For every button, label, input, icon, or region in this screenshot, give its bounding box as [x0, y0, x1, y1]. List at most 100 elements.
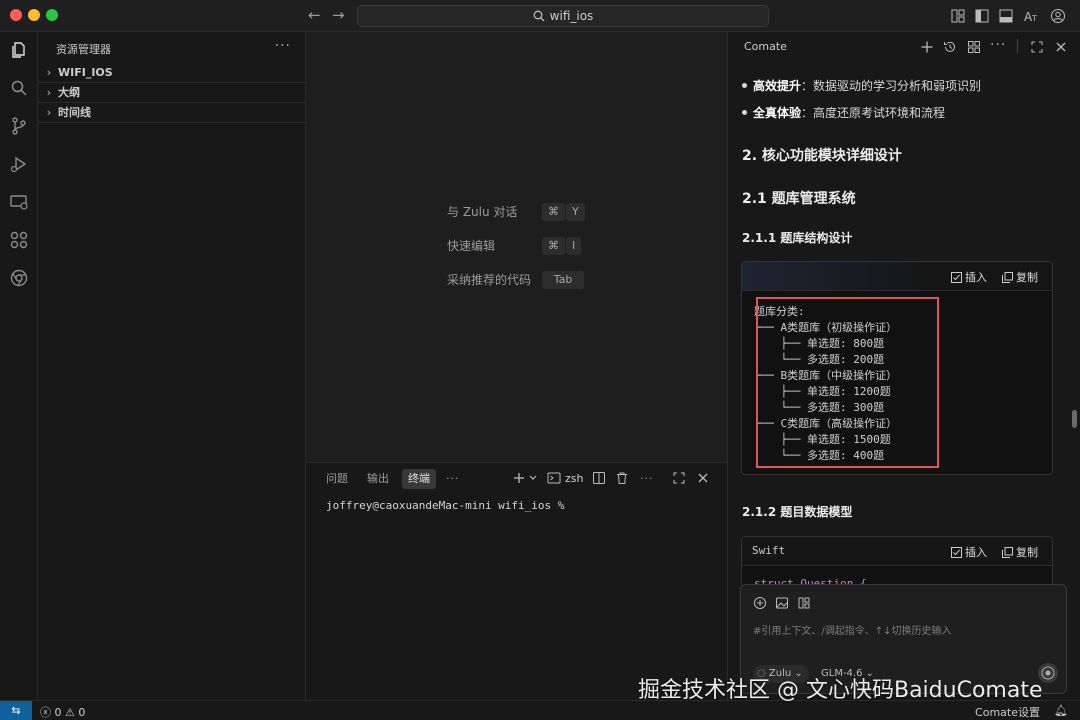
insert-label: 插入 [965, 546, 987, 559]
search-icon[interactable] [9, 78, 29, 98]
bullet-bold: 高效提升 [753, 79, 802, 93]
remote-explorer-icon[interactable] [9, 192, 29, 212]
copy-icon [1002, 547, 1013, 558]
chevron-right-icon: › [46, 66, 52, 79]
extensions-icon[interactable] [9, 230, 29, 250]
checkbox-insert-icon [951, 272, 962, 283]
warning-count: 0 [78, 706, 86, 719]
toggle-panel-icon[interactable] [998, 8, 1014, 24]
fullscreen-icon[interactable] [1030, 40, 1044, 54]
comate-chat-panel: Comate ··· 高效提升：数据驱动的学习分析和弱项识别 全真体验：高度还原… [727, 32, 1080, 700]
source-control-icon[interactable] [9, 116, 29, 136]
chat-title: Comate [744, 40, 787, 53]
new-chat-plus-icon[interactable] [920, 40, 934, 54]
section-outline[interactable]: › 大纲 [38, 83, 306, 103]
new-terminal-plus-icon[interactable] [512, 471, 526, 485]
heading-question-bank: 2.1 题库管理系统 [742, 191, 856, 207]
code-block-swift: Swift 插入 复制 struct Question { [741, 536, 1053, 586]
terminal-shell-label[interactable]: zsh [559, 469, 589, 489]
close-icon[interactable] [1054, 40, 1068, 54]
remote-indicator-button[interactable]: ⇆ [0, 701, 32, 720]
window-minimize-button[interactable] [28, 9, 40, 21]
heading-core-modules: 2. 核心功能模块详细设计 [742, 148, 902, 164]
image-icon[interactable] [775, 596, 789, 610]
panel-more-actions-icon[interactable]: ··· [634, 469, 660, 489]
bullet-text: ：数据驱动的学习分析和弱项识别 [801, 79, 982, 93]
hint-edit-key-i: I [566, 237, 582, 255]
code-language: Swift [752, 544, 786, 557]
copy-label: 复制 [1016, 546, 1038, 559]
remote-icon: ⇆ [11, 704, 21, 717]
bullet-text: ：高度还原考试环境和流程 [801, 106, 946, 120]
panel-more-icon[interactable]: ··· [440, 469, 466, 489]
chevron-down-icon[interactable] [528, 471, 538, 485]
section-workspace[interactable]: › WIFI_IOS [38, 63, 306, 83]
copy-label: 复制 [1016, 271, 1038, 284]
checkbox-insert-icon [951, 547, 962, 558]
bullet-dot [742, 83, 747, 88]
chat-input-placeholder: #引用上下文、/调起指令、↑↓切换历史输入 [753, 626, 952, 637]
insert-button[interactable]: 插入 [951, 269, 987, 285]
error-count: 0 [54, 706, 62, 719]
heading-data-model: 2.1.2 题目数据模型 [742, 505, 853, 519]
split-terminal-icon[interactable] [592, 471, 606, 485]
comate-settings-button[interactable]: Comate设置 [975, 704, 1040, 720]
trash-icon[interactable] [615, 471, 629, 485]
watermark-text: 掘金技术社区 @ 文心快码BaiduComate [638, 678, 1043, 703]
hint-chat-key-y: Y [566, 203, 585, 221]
window-maximize-button[interactable] [46, 9, 58, 21]
status-problems[interactable]: ⓧ 0 ⚠ 0 [40, 704, 85, 720]
bullet-bold: 全真体验 [753, 106, 802, 120]
tab-output[interactable]: 输出 [361, 469, 395, 489]
code-toolbar: Swift 插入 复制 [742, 537, 1052, 566]
section-label: 大纲 [58, 86, 80, 99]
search-icon [533, 10, 545, 22]
sidebar-title: 资源管理器 [56, 43, 111, 56]
grid-apps-icon[interactable] [967, 40, 981, 54]
svg-text:T: T [1031, 14, 1037, 23]
terminal-prompt[interactable]: joffrey@caoxuandeMac-mini wifi_ios % [326, 499, 564, 512]
browser-chrome-icon[interactable] [9, 268, 29, 288]
bullet-efficiency: 高效提升：数据驱动的学习分析和弱项识别 [742, 77, 981, 94]
heading-bank-structure: 2.1.1 题库结构设计 [742, 231, 853, 245]
tab-problems[interactable]: 问题 [320, 469, 354, 489]
account-icon[interactable] [1050, 8, 1066, 24]
sidebar-more-icon[interactable]: ··· [275, 38, 291, 54]
hint-chat-key-cmd: ⌘ [542, 203, 565, 221]
layout-grid-icon[interactable] [950, 8, 966, 24]
insert-button[interactable]: 插入 [951, 544, 987, 560]
hint-chat: 与 Zulu 对话 [447, 205, 518, 219]
hint-accept-key-tab: Tab [542, 271, 584, 289]
window-close-button[interactable] [10, 9, 22, 21]
chevron-right-icon: › [46, 106, 52, 119]
section-label: 时间线 [58, 106, 91, 119]
run-debug-icon[interactable] [9, 154, 29, 174]
search-text: wifi_ios [549, 9, 594, 23]
copy-button[interactable]: 复制 [1002, 269, 1038, 285]
close-panel-icon[interactable] [696, 471, 710, 485]
chat-scrollbar-thumb[interactable] [1072, 410, 1077, 428]
forward-arrow-icon[interactable]: → [332, 6, 345, 24]
add-context-icon[interactable] [753, 596, 767, 610]
title-bar: ← → wifi_ios AT [0, 0, 1080, 32]
chat-more-icon[interactable]: ··· [990, 37, 1006, 53]
explorer-files-icon[interactable] [9, 40, 29, 60]
maximize-panel-icon[interactable] [672, 471, 686, 485]
font-size-icon[interactable]: AT [1023, 8, 1039, 24]
toggle-sidebar-icon[interactable] [974, 8, 990, 24]
history-icon[interactable] [943, 40, 957, 54]
section-timeline[interactable]: › 时间线 [38, 103, 306, 123]
command-center-search[interactable]: wifi_ios [357, 5, 769, 27]
copy-button[interactable]: 复制 [1002, 544, 1038, 560]
code-block-structure: 插入 复制 题库分类: ├── A类题库（初级操作证） │ ├── 单选题: 8… [741, 261, 1053, 475]
chevron-right-icon: › [46, 86, 52, 99]
code-toolbar: 插入 复制 [742, 262, 1052, 291]
tab-terminal[interactable]: 终端 [402, 469, 436, 489]
bell-icon[interactable]: 🔔︎ [1054, 704, 1068, 717]
explorer-sidebar: 资源管理器 ··· › WIFI_IOS › 大纲 › 时间线 [38, 32, 306, 700]
bullet-experience: 全真体验：高度还原考试环境和流程 [742, 104, 945, 121]
error-icon: ⓧ [40, 706, 55, 719]
layout-icon[interactable] [797, 596, 811, 610]
back-arrow-icon[interactable]: ← [308, 6, 321, 24]
editor-area: 与 Zulu 对话 ⌘ Y 快速编辑 ⌘ I 采纳推荐的代码 Tab [306, 32, 727, 462]
